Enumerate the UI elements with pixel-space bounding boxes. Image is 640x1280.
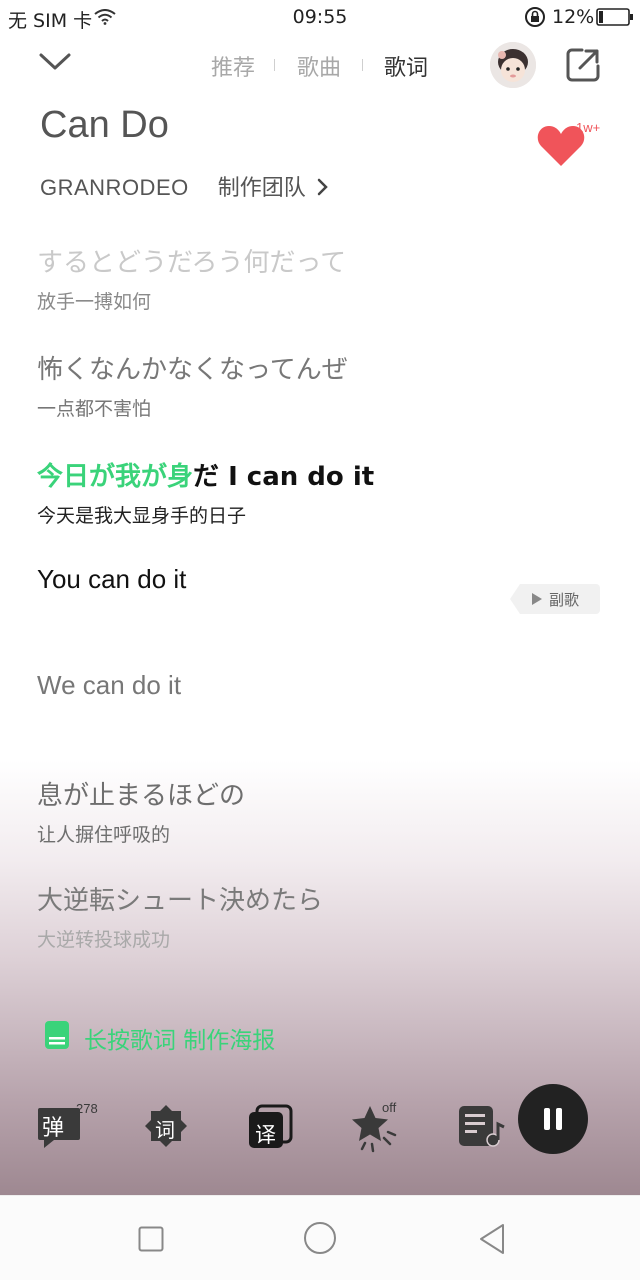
battery-icon bbox=[596, 8, 634, 31]
lyric-translation: 今天是我大显身手的日子 bbox=[37, 505, 247, 527]
lyric-progress-highlight: 今日が我が身 bbox=[37, 462, 194, 492]
system-nav-bar bbox=[0, 1195, 640, 1280]
chevron-down-icon[interactable] bbox=[38, 50, 72, 78]
like-count: 1w+ bbox=[576, 120, 601, 135]
lyric-translation: 让人摒住呼吸的 bbox=[37, 824, 171, 846]
chorus-label: 副歌 bbox=[548, 590, 579, 609]
team-link[interactable]: 制作团队 bbox=[218, 176, 306, 201]
lyric-line[interactable]: 怖くなんかなくなってんぜ 一点都不害怕 bbox=[37, 349, 348, 421]
back-button[interactable] bbox=[478, 1223, 506, 1259]
translate-label: 译 bbox=[255, 1123, 276, 1147]
chorus-badge[interactable]: 副歌 bbox=[510, 584, 600, 614]
lyric-translation: 大逆转投球成功 bbox=[37, 929, 171, 951]
pause-icon bbox=[544, 1108, 562, 1130]
lyric-original: 大逆転シュート決めたら bbox=[37, 886, 324, 916]
home-button[interactable] bbox=[303, 1221, 337, 1259]
avatar[interactable] bbox=[490, 42, 536, 88]
lyric-remaining: だ I can do it bbox=[193, 462, 375, 492]
lyric-line-current[interactable]: 今日が我が身だ I can do it 今天是我大显身手的日子 bbox=[37, 456, 374, 528]
lyrics-label: 词 bbox=[155, 1118, 175, 1142]
chevron-right-icon bbox=[317, 177, 329, 202]
poster-icon bbox=[44, 1020, 70, 1056]
lyric-line[interactable]: 息が止まるほどの 让人摒住呼吸的 bbox=[37, 775, 245, 847]
lyric-line[interactable]: You can do it bbox=[37, 564, 186, 595]
lyric-original: するとどうだろう何だって bbox=[37, 248, 347, 278]
star-state-label: off bbox=[382, 1100, 397, 1115]
playlist-button[interactable] bbox=[456, 1102, 506, 1152]
poster-label: 长按歌词 制作海报 bbox=[84, 1028, 276, 1054]
lyric-original: We can do it bbox=[37, 670, 182, 700]
tab-song[interactable]: 歌曲 bbox=[297, 50, 341, 82]
song-title: Can Do bbox=[40, 104, 169, 146]
lyric-original: 今日が我が身だ I can do it bbox=[37, 456, 374, 493]
share-icon[interactable] bbox=[564, 46, 602, 88]
artist-row: GRANRODEO 制作团队 bbox=[40, 170, 329, 202]
tab-lyrics[interactable]: 歌词 bbox=[384, 50, 428, 82]
lyric-original: 息が止まるほどの bbox=[37, 781, 246, 811]
danmaku-label: 弹 bbox=[42, 1116, 65, 1141]
lyric-translation: 放手一搏如何 bbox=[37, 291, 152, 313]
lyric-line[interactable]: 大逆転シュート決めたら 大逆转投球成功 bbox=[37, 880, 323, 952]
rotation-lock-icon bbox=[524, 6, 546, 33]
tab-recommend[interactable]: 推荐 bbox=[211, 50, 255, 82]
battery-percent: 12% bbox=[552, 6, 595, 28]
lyric-original: You can do it bbox=[37, 564, 187, 594]
pause-button[interactable] bbox=[518, 1084, 588, 1154]
make-poster-button[interactable]: 长按歌词 制作海报 bbox=[44, 1020, 275, 1056]
status-bar: 无 SIM 卡 09:55 12% bbox=[0, 0, 640, 34]
playlist-icon bbox=[459, 1106, 505, 1147]
translate-button[interactable]: 译 bbox=[246, 1102, 296, 1152]
lyrics-style-button[interactable]: 词 bbox=[142, 1102, 192, 1152]
recent-apps-button[interactable] bbox=[138, 1226, 164, 1256]
artist-name[interactable]: GRANRODEO bbox=[40, 175, 189, 200]
lyric-translation: 一点都不害怕 bbox=[37, 398, 152, 420]
tab-divider bbox=[274, 59, 275, 71]
play-triangle-icon bbox=[531, 593, 542, 605]
lyric-line[interactable]: するとどうだろう何だって 放手一搏如何 bbox=[37, 242, 346, 314]
danmaku-count: 278 bbox=[76, 1101, 98, 1116]
lyric-original: 怖くなんかなくなってんぜ bbox=[37, 355, 348, 385]
tab-divider bbox=[362, 59, 363, 71]
lyric-line[interactable]: We can do it bbox=[37, 670, 181, 701]
